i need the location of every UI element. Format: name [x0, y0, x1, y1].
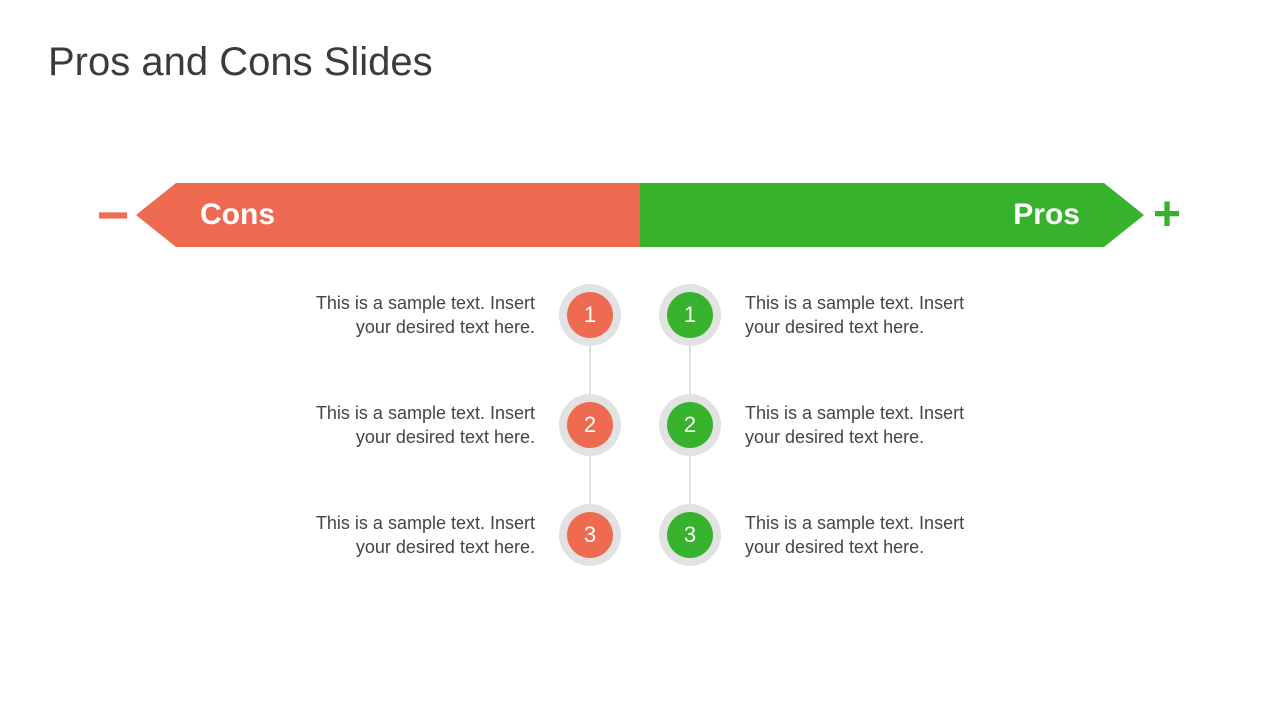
arrow-bar: − Cons Pros +: [90, 180, 1190, 250]
cons-arrow-label: Cons: [200, 183, 275, 247]
pros-item-badge: 2: [655, 394, 725, 456]
cons-item-badge: 3: [555, 504, 625, 566]
items-grid: This is a sample text. Insert your desir…: [0, 260, 1280, 590]
pros-arrow: Pros: [640, 183, 1144, 247]
pros-item-badge: 1: [655, 284, 725, 346]
plus-icon: +: [1144, 191, 1190, 239]
cons-item-number: 2: [567, 402, 613, 448]
pros-arrow-label: Pros: [1013, 183, 1080, 247]
cons-item-badge: 2: [555, 394, 625, 456]
pros-item-number: 3: [667, 512, 713, 558]
cons-item-text: This is a sample text. Insert your desir…: [285, 401, 535, 450]
cons-item-badge: 1: [555, 284, 625, 346]
item-row: This is a sample text. Insert your desir…: [0, 480, 1280, 590]
cons-item-text: This is a sample text. Insert your desir…: [285, 291, 535, 340]
cons-item-number: 1: [567, 292, 613, 338]
pros-item-text: This is a sample text. Insert your desir…: [745, 511, 995, 560]
pros-item-text: This is a sample text. Insert your desir…: [745, 401, 995, 450]
cons-item-text: This is a sample text. Insert your desir…: [285, 511, 535, 560]
pros-item-text: This is a sample text. Insert your desir…: [745, 291, 995, 340]
pros-item-number: 1: [667, 292, 713, 338]
pros-item-number: 2: [667, 402, 713, 448]
page-title: Pros and Cons Slides: [48, 40, 433, 85]
pros-item-badge: 3: [655, 504, 725, 566]
item-row: This is a sample text. Insert your desir…: [0, 370, 1280, 480]
cons-arrow: Cons: [136, 183, 640, 247]
minus-icon: −: [90, 187, 136, 243]
cons-item-number: 3: [567, 512, 613, 558]
item-row: This is a sample text. Insert your desir…: [0, 260, 1280, 370]
